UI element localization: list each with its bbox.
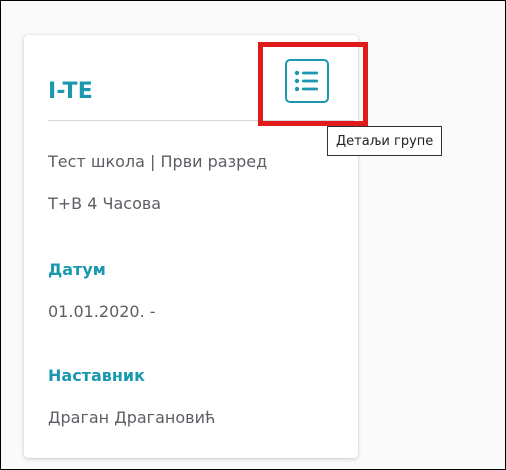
hours-text: Т+В 4 Часова xyxy=(48,194,162,213)
date-label: Датум xyxy=(48,260,106,279)
card-divider xyxy=(48,120,354,121)
group-card: I-TE Тест школа | Први разред Т+В 4 Часо… xyxy=(24,35,358,458)
list-icon xyxy=(293,69,321,93)
group-title: I-TE xyxy=(48,79,93,104)
school-grade-text: Тест школа | Први разред xyxy=(48,152,268,171)
viewport: I-TE Тест школа | Први разред Т+В 4 Часо… xyxy=(0,0,506,470)
teacher-label: Наставник xyxy=(48,366,145,385)
details-tooltip: Детаљи групе xyxy=(327,126,443,156)
teacher-value: Драган Драгановић xyxy=(48,408,216,427)
date-value: 01.01.2020. - xyxy=(48,302,156,321)
group-details-button[interactable] xyxy=(285,59,329,103)
